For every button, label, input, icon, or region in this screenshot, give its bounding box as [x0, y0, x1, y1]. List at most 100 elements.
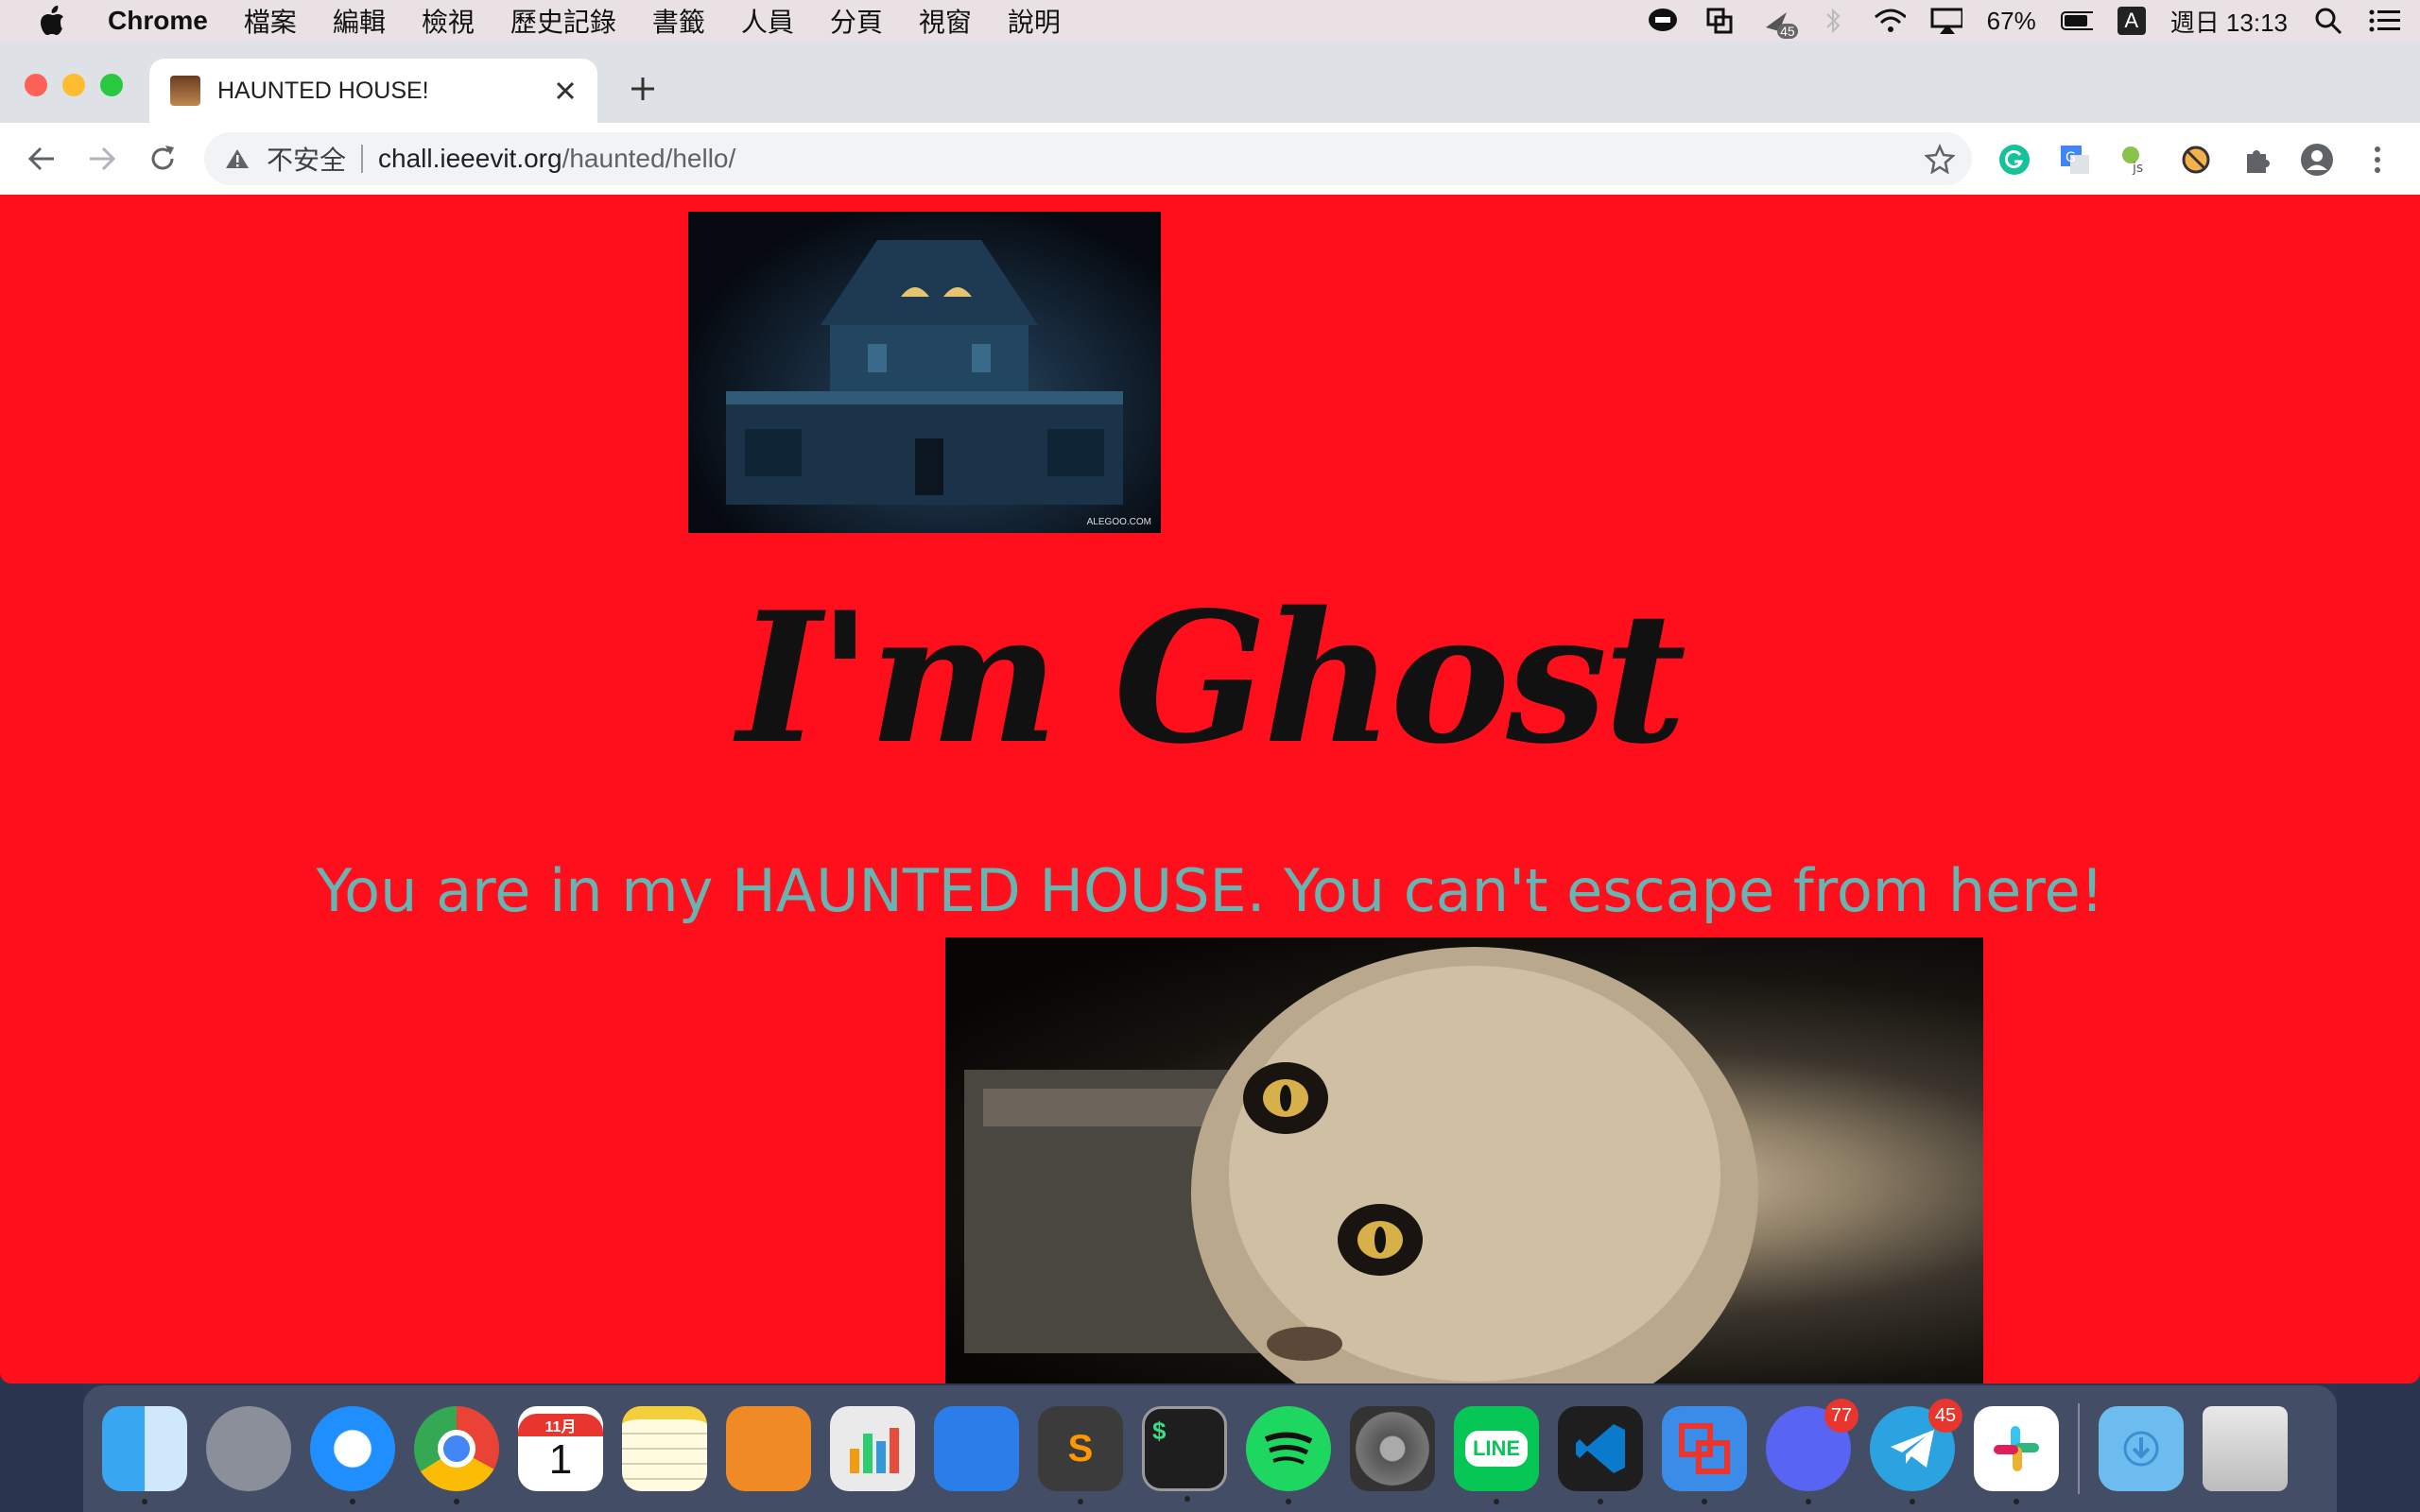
dock-divider — [2078, 1403, 2080, 1494]
menu-app-name[interactable]: Chrome — [108, 6, 208, 36]
running-indicator — [350, 1499, 355, 1504]
forward-button[interactable] — [79, 136, 125, 181]
menu-edit[interactable]: 編輯 — [333, 2, 386, 40]
menu-view[interactable]: 檢視 — [422, 2, 475, 40]
js-extension-icon[interactable]: js — [2118, 142, 2153, 178]
web-page: ALEGOO.COM I'm Ghost You are in my HAUNT… — [0, 195, 2420, 1383]
window-controls — [25, 74, 123, 96]
pages-icon[interactable] — [726, 1406, 811, 1491]
discord-icon[interactable]: 77 — [1766, 1399, 1858, 1504]
tab-haunted-house[interactable]: HAUNTED HOUSE! — [149, 59, 597, 123]
address-bar[interactable]: 不安全 chall.ieeevit.org /haunted/hello/ — [204, 132, 1972, 185]
creepy-doll-image — [945, 937, 1983, 1383]
favicon-icon — [170, 76, 200, 106]
notification-center-icon[interactable] — [2369, 7, 2401, 35]
airdrop-badge: 45 — [1777, 24, 1798, 39]
menu-bookmarks[interactable]: 書籤 — [652, 2, 705, 40]
terminal-prompt: $ — [1152, 1417, 1167, 1445]
running-indicator — [1286, 1499, 1291, 1504]
safari-icon[interactable] — [310, 1406, 395, 1504]
airdrop-status-icon[interactable]: 45 — [1760, 7, 1798, 39]
terminal-icon[interactable]: $ — [1142, 1406, 1227, 1502]
notes-icon[interactable] — [622, 1406, 707, 1491]
input-source-icon[interactable]: A — [2117, 7, 2146, 35]
running-indicator — [142, 1499, 147, 1504]
menu-file[interactable]: 檔案 — [244, 2, 297, 40]
profile-avatar-icon[interactable] — [2299, 142, 2335, 178]
svg-text:G: G — [2066, 150, 2076, 165]
apple-menu-icon[interactable] — [38, 4, 72, 38]
system-preferences-icon[interactable] — [1350, 1406, 1435, 1491]
discord-badge: 77 — [1824, 1399, 1858, 1433]
tab-strip: HAUNTED HOUSE! — [0, 42, 2420, 123]
telegram-badge: 45 — [1928, 1399, 1962, 1433]
keynote-icon[interactable] — [934, 1406, 1019, 1491]
page-title: I'm Ghost — [736, 573, 1686, 783]
menu-help[interactable]: 說明 — [1008, 2, 1061, 40]
running-indicator — [1078, 1499, 1083, 1504]
bluetooth-icon[interactable] — [1817, 7, 1849, 35]
battery-percent: 67% — [1986, 6, 2036, 35]
blocker-extension-icon[interactable] — [2178, 142, 2214, 178]
menu-tab[interactable]: 分頁 — [830, 2, 883, 40]
haunted-house-image: ALEGOO.COM — [688, 212, 1161, 533]
reload-button[interactable] — [140, 136, 185, 181]
trash-icon[interactable] — [2203, 1406, 2288, 1491]
telegram-icon[interactable]: 45 — [1870, 1399, 1962, 1504]
running-indicator — [1806, 1499, 1811, 1504]
line-app-icon[interactable]: LINE — [1454, 1406, 1539, 1504]
spotify-icon[interactable] — [1246, 1406, 1331, 1504]
numbers-icon[interactable] — [830, 1406, 915, 1491]
browser-toolbar: 不安全 chall.ieeevit.org /haunted/hello/ G … — [0, 123, 2420, 196]
line-status-icon[interactable] — [1647, 7, 1679, 35]
running-indicator — [1494, 1499, 1499, 1504]
extensions-puzzle-icon[interactable] — [2238, 142, 2274, 178]
running-indicator — [1702, 1499, 1707, 1504]
url-host: chall.ieeevit.org — [378, 144, 562, 173]
zoom-window-button[interactable] — [100, 74, 123, 96]
close-tab-icon[interactable] — [546, 72, 584, 110]
image-watermark: ALEGOO.COM — [1086, 517, 1151, 527]
calendar-icon[interactable]: 11月 1 — [518, 1406, 603, 1491]
bookmark-star-icon[interactable] — [1924, 143, 1956, 175]
chrome-center-icon — [438, 1430, 475, 1468]
slack-icon[interactable] — [1974, 1406, 2059, 1504]
sublime-text-icon[interactable]: S — [1038, 1406, 1123, 1504]
back-button[interactable] — [19, 136, 64, 181]
finder-icon[interactable] — [102, 1406, 187, 1504]
menu-history[interactable]: 歷史記錄 — [510, 2, 616, 40]
vm-app-icon[interactable] — [1662, 1406, 1747, 1504]
running-indicator — [1598, 1499, 1603, 1504]
airplay-icon[interactable] — [1930, 7, 1962, 35]
running-indicator — [1910, 1499, 1915, 1504]
tab-title: HAUNTED HOUSE! — [217, 77, 429, 104]
clock[interactable]: 週日 13:13 — [2170, 4, 2288, 39]
url-path: /haunted/hello/ — [562, 144, 736, 173]
calendar-month: 11月 — [518, 1414, 603, 1436]
battery-icon[interactable] — [2060, 7, 2093, 35]
spotlight-search-icon[interactable] — [2312, 7, 2344, 35]
downloads-folder-icon[interactable] — [2099, 1406, 2184, 1491]
chrome-icon[interactable] — [414, 1406, 499, 1504]
close-window-button[interactable] — [25, 74, 47, 96]
window-switch-icon[interactable] — [1703, 7, 1736, 35]
dock: 11月 1 S $ LINE 77 45 — [83, 1385, 2337, 1512]
running-indicator — [2014, 1499, 2019, 1504]
vscode-icon[interactable] — [1558, 1406, 1643, 1504]
wifi-icon[interactable] — [1874, 7, 1906, 35]
menu-people[interactable]: 人員 — [741, 2, 794, 40]
menu-bar: Chrome 檔案 編輯 檢視 歷史記錄 書籤 人員 分頁 視窗 說明 45 6… — [0, 0, 2420, 42]
running-indicator — [1184, 1496, 1190, 1502]
security-label[interactable]: 不安全 — [267, 140, 346, 178]
warning-icon[interactable] — [225, 145, 253, 173]
omnibox-divider — [361, 145, 364, 173]
launchpad-icon[interactable] — [206, 1406, 291, 1491]
menu-window[interactable]: 視窗 — [919, 2, 972, 40]
google-translate-extension-icon[interactable]: G — [2057, 142, 2093, 178]
chrome-menu-icon[interactable] — [2360, 142, 2395, 178]
grammarly-extension-icon[interactable] — [1996, 142, 2032, 178]
new-tab-button[interactable] — [622, 68, 664, 110]
calendar-day: 1 — [548, 1436, 573, 1483]
minimize-window-button[interactable] — [62, 74, 85, 96]
browser-window: HAUNTED HOUSE! 不安全 chall.ieeevit.org /ha… — [0, 42, 2420, 1383]
